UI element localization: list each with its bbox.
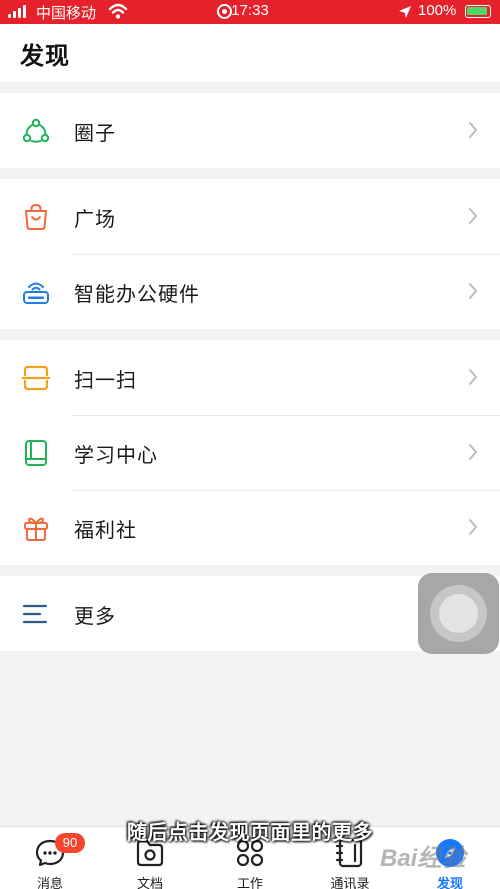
assistive-touch-button[interactable] [418,573,499,654]
list-item-label: 广场 [74,207,116,231]
scan-icon [22,365,50,391]
status-bar: 中国移动 17:33 100% [0,0,500,24]
list-item-square[interactable]: 广场 [0,179,500,254]
battery-percent: 100% [418,2,457,19]
location-arrow-icon [399,6,411,18]
discover-section-2: 广场 智能办公硬件 [0,179,500,329]
book-icon [25,440,47,466]
tab-label: 消息 [36,877,63,889]
list-item-welfare[interactable]: 福利社 [0,490,500,565]
chevron-right-icon [469,122,477,138]
list-item-label: 扫一扫 [74,368,137,392]
router-device-icon [23,282,49,304]
list-item-learning-center[interactable]: 学习中心 [0,415,500,490]
list-item-circle[interactable]: 圈子 [0,93,500,168]
tab-label: 工作 [236,877,263,889]
chevron-right-icon [469,208,477,224]
battery-icon [465,5,491,18]
tab-label: 发现 [436,877,463,889]
tab-label: 文档 [136,877,163,889]
list-item-label: 圈子 [74,121,116,145]
circle-group-icon [22,118,50,143]
page-title: 发现 [20,42,70,70]
shopping-bag-icon [25,203,47,230]
list-item-scan[interactable]: 扫一扫 [0,340,500,415]
watermark-logo: Bai经验 [380,845,466,872]
list-item-label: 智能办公硬件 [74,282,200,306]
discover-section-3: 扫一扫 学习中心 福利社 [0,340,500,565]
chevron-right-icon [469,444,477,460]
menu-lines-icon [22,604,48,624]
chevron-right-icon [469,369,477,385]
list-item-label: 学习中心 [74,443,158,467]
discover-section-1: 圈子 [0,93,500,168]
gift-icon [24,517,48,541]
list-item-label: 福利社 [74,518,137,542]
chevron-right-icon [469,519,477,535]
page-header: 发现 [0,24,500,82]
tab-label: 通讯录 [330,877,370,889]
chevron-right-icon [469,283,477,299]
list-item-label: 更多 [74,604,116,628]
list-item-smart-office-hardware[interactable]: 智能办公硬件 [0,254,500,329]
